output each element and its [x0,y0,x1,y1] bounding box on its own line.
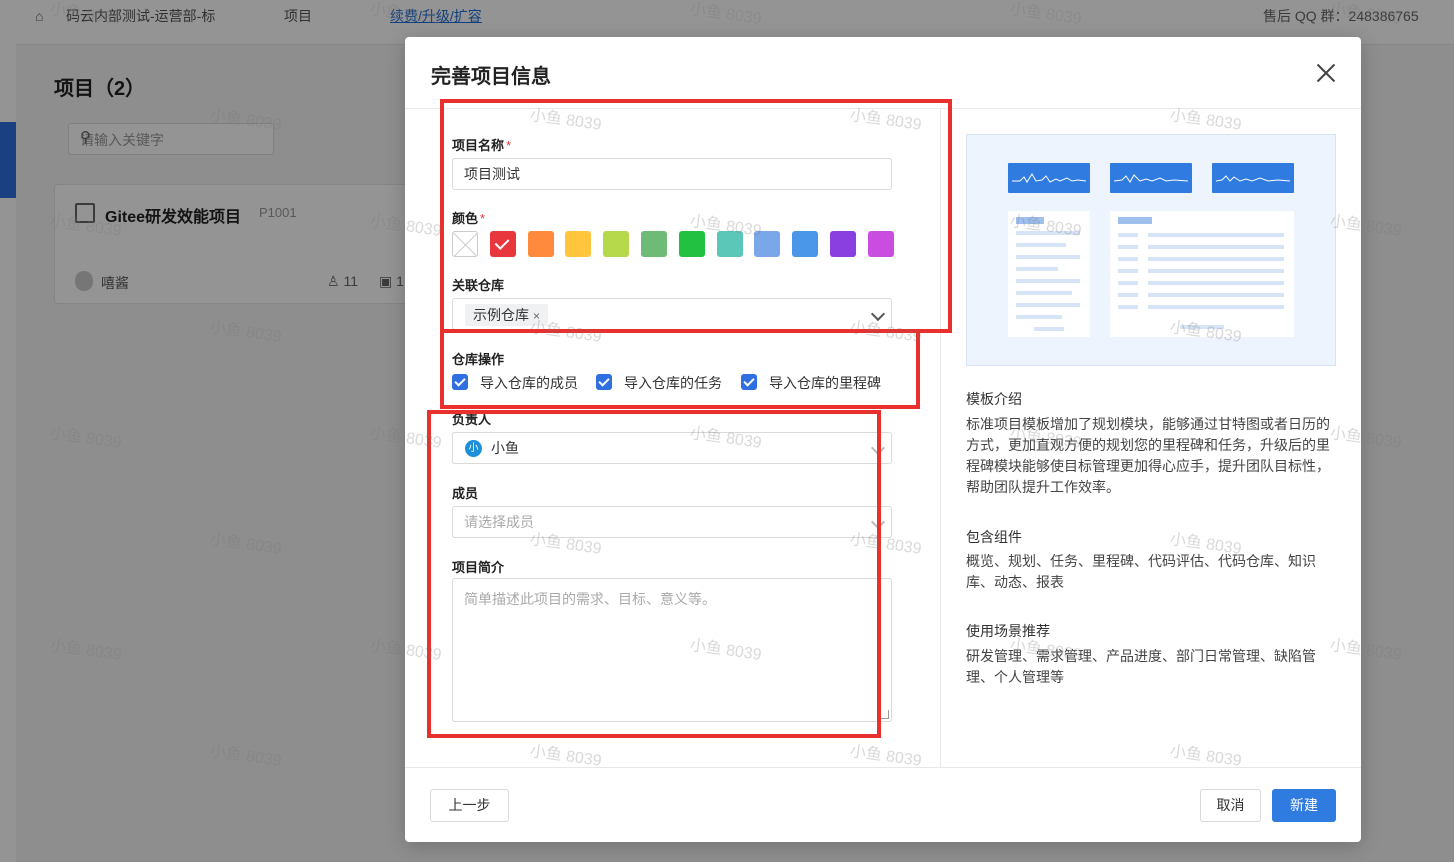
color-swatch-none[interactable] [452,231,478,257]
preview-panel [1110,211,1294,337]
owner-label: 负责人 [452,412,492,427]
avatar: 小 [465,440,482,457]
checkbox-checked-icon [741,374,757,390]
template-preview-image [966,134,1336,366]
color-swatch[interactable] [830,231,856,257]
checkbox-label: 导入仓库的成员 [480,375,578,391]
color-label-text: 颜色 [452,211,479,226]
scenes-body: 研发管理、需求管理、产品进度、部门日常管理、缺陷管理、个人管理等 [966,648,1316,685]
color-swatch[interactable] [489,231,516,257]
components-title: 包含组件 [966,529,1022,545]
required-mark: * [480,211,486,226]
color-label: 颜色 * [452,208,485,227]
resize-handle-icon[interactable] [880,710,889,719]
checkbox-checked-icon [596,374,612,390]
repo-tag: 示例仓库 × [465,304,549,326]
dialog-header: 完善项目信息 [405,37,1361,109]
preview-chart [1212,163,1294,193]
color-swatch[interactable] [678,231,705,257]
color-swatch[interactable] [641,231,667,257]
repo-tag-label: 示例仓库 [473,307,529,323]
template-intro-title: 模板介绍 [966,391,1022,407]
checkbox-label: 导入仓库的任务 [624,375,722,391]
color-swatch[interactable] [603,231,630,257]
desc-label: 项目简介 [452,560,505,575]
preview-chart [1008,163,1090,193]
chevron-down-icon [870,306,886,322]
preview-chart [1110,163,1192,193]
checkbox-label: 导入仓库的里程碑 [769,375,881,391]
project-name-label-text: 项目名称 [452,138,505,153]
chevron-down-icon [870,440,886,456]
create-button[interactable]: 新建 [1272,789,1336,822]
members-placeholder: 请选择成员 [464,514,534,530]
color-swatch[interactable] [565,231,592,257]
color-swatch[interactable] [867,231,894,257]
components-body: 概览、规划、任务、里程碑、代码评估、代码仓库、知识库、动态、报表 [966,553,1316,590]
members-select[interactable]: 请选择成员 [452,506,892,538]
color-swatch[interactable] [716,231,743,257]
owner-name: 小鱼 [491,440,519,456]
repo-select[interactable]: 示例仓库 × [452,298,892,330]
color-swatch[interactable] [754,231,781,257]
cancel-button[interactable]: 取消 [1200,789,1261,822]
project-name-input[interactable]: 项目测试 [452,158,892,190]
desc-placeholder: 简单描述此项目的需求、目标、意义等。 [464,591,716,607]
dialog-title: 完善项目信息 [431,66,551,88]
members-label: 成员 [452,486,479,501]
template-panel: 模板介绍 标准项目模板增加了规划模块，能够通过甘特图或者日历的方式，更加直观方便… [941,109,1361,767]
project-name-label: 项目名称 * [452,135,511,154]
scenes-title: 使用场景推荐 [966,623,1050,639]
required-mark: * [506,138,512,153]
dialog-footer: 上一步 取消 新建 [405,767,1361,843]
close-icon[interactable] [1312,59,1340,87]
color-swatch[interactable] [792,231,819,257]
prev-step-button[interactable]: 上一步 [430,789,509,822]
color-swatch[interactable] [527,231,554,257]
project-desc-textarea[interactable]: 简单描述此项目的需求、目标、意义等。 [452,578,892,722]
remove-tag-icon[interactable]: × [533,309,540,323]
preview-panel [1008,211,1090,337]
check-icon [494,235,510,250]
repo-label: 关联仓库 [452,278,505,293]
repo-ops-label: 仓库操作 [452,352,505,367]
checkbox-checked-icon [452,374,468,390]
complete-project-dialog: 完善项目信息 项目名称 * 项目测试 颜色 * 关联仓库 示例仓库 × 仓库操作 导入… [405,37,1361,842]
chevron-down-icon [870,514,886,530]
template-intro-body: 标准项目模板增加了规划模块，能够通过甘特图或者日历的方式，更加直观方便的规划您的… [966,416,1330,495]
owner-select[interactable]: 小 小鱼 [452,432,892,464]
